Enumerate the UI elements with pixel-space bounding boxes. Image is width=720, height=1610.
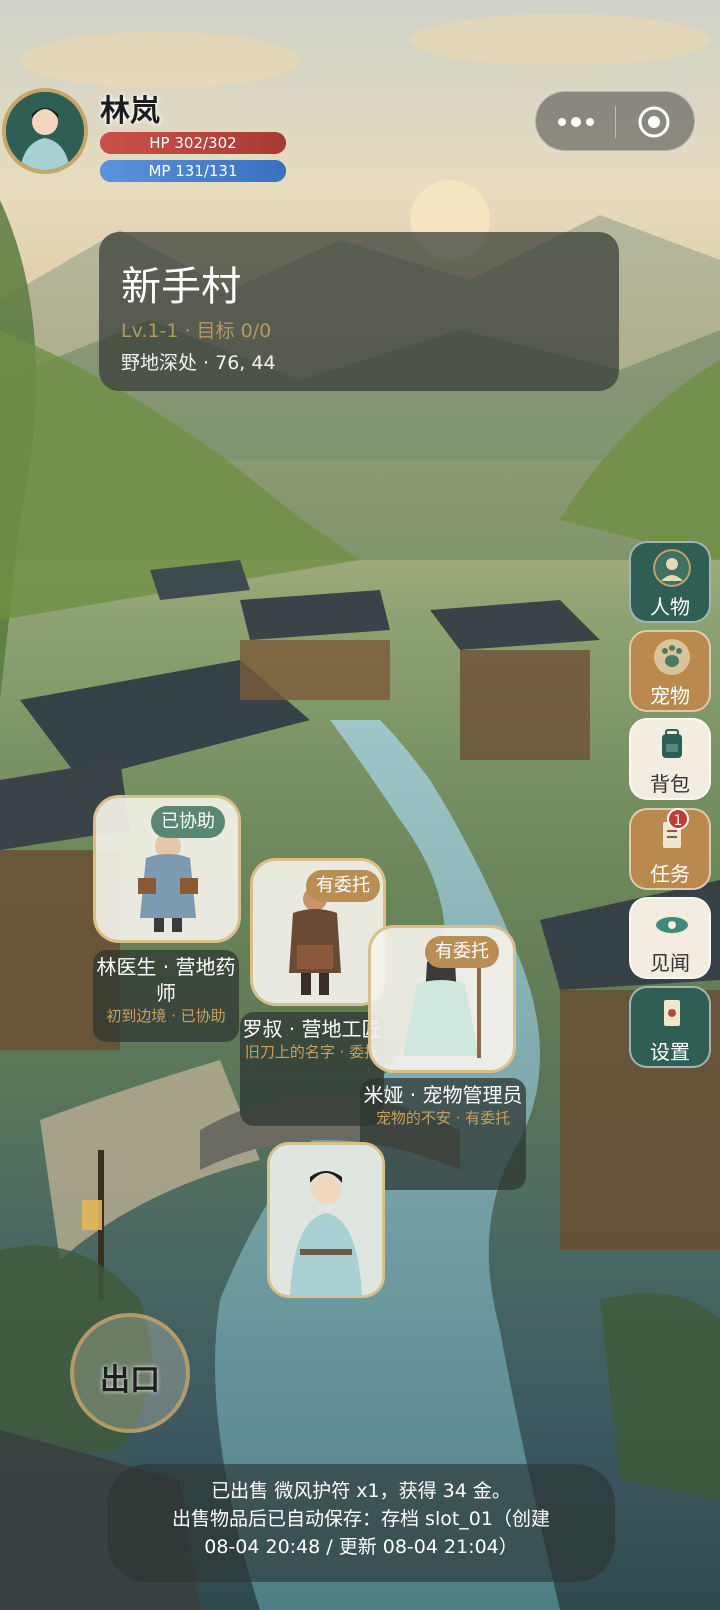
player-portrait-icon: [6, 92, 84, 170]
menu-settings-label: 设置: [650, 1040, 690, 1064]
menu-pet-label: 宠物: [650, 684, 690, 708]
quest-badge: 1: [667, 808, 689, 830]
npc-doctor-lin-status-tag: 已协助: [151, 806, 225, 838]
menu-quest-label: 任务: [650, 862, 690, 886]
menu-quest-button[interactable]: 1 任务: [629, 808, 711, 890]
npc-mia-quest: 宠物的不安 · 有委托: [375, 1109, 511, 1127]
player-character-marker[interactable]: [267, 1142, 385, 1298]
pet-icon: [654, 639, 690, 675]
player-name: 林岚: [100, 94, 160, 129]
npc-uncle-luo-status-tag: 有委托: [306, 870, 380, 902]
player-avatar[interactable]: [2, 88, 88, 174]
location-coordinates: 野地深处 · 76, 44: [121, 352, 276, 374]
news-icon: [656, 917, 688, 933]
menu-pet-button[interactable]: 宠物: [629, 630, 711, 712]
target-close-icon[interactable]: [636, 104, 672, 140]
hp-bar: HP 302/302: [100, 132, 286, 154]
settings-icon: [664, 1000, 680, 1026]
game-stage: 林岚 HP 302/302 MP 131/131 新手村 Lv.1-1 · 目标…: [0, 0, 720, 1610]
menu-character-label: 人物: [650, 595, 690, 619]
npc-uncle-luo-name: 罗叔 · 营地工匠: [242, 1017, 382, 1041]
miniprogram-capsule: [535, 91, 695, 151]
menu-backpack-button[interactable]: 背包: [629, 718, 711, 800]
menu-character-button[interactable]: 人物: [629, 541, 711, 623]
mp-bar: MP 131/131: [100, 160, 286, 182]
location-panel: 新手村 Lv.1-1 · 目标 0/0 野地深处 · 76, 44: [99, 232, 619, 391]
menu-backpack-label: 背包: [650, 772, 690, 796]
npc-mia-name: 米娅 · 宠物管理员: [363, 1083, 523, 1107]
location-level: Lv.1-1 · 目标 0/0: [121, 320, 272, 342]
npc-uncle-luo-quest: 旧刀上的名字 · 委托: [244, 1043, 380, 1061]
menu-settings-button[interactable]: 设置: [629, 986, 711, 1068]
menu-news-button[interactable]: 见闻: [629, 897, 711, 979]
log-line-1: 已出售 微风护符 x1，获得 34 金。: [211, 1480, 511, 1502]
location-title: 新手村: [121, 264, 241, 310]
log-line-3: 08-04 20:48 / 更新 08-04 21:04）: [204, 1536, 518, 1558]
menu-news-label: 见闻: [650, 951, 690, 975]
hp-text: HP 302/302: [149, 134, 237, 152]
mp-text: MP 131/131: [148, 162, 238, 180]
exit-button[interactable]: 出口: [70, 1313, 190, 1433]
npc-mia-status-tag: 有委托: [425, 936, 499, 968]
backpack-icon: [662, 729, 682, 758]
npc-doctor-lin-info[interactable]: 林医生 · 营地药师 初到边境 · 已协助: [93, 950, 239, 1042]
npc-doctor-lin-quest: 初到边境 · 已协助: [106, 1007, 226, 1025]
exit-label: 出口: [100, 1363, 160, 1398]
more-dots-icon[interactable]: [556, 109, 596, 135]
log-line-2: 出售物品后已自动保存：存档 slot_01（创建: [172, 1508, 550, 1530]
message-log: 已出售 微风护符 x1，获得 34 金。 出售物品后已自动保存：存档 slot_…: [107, 1464, 615, 1582]
character-icon: [653, 549, 691, 587]
capsule-divider: [615, 106, 616, 138]
npc-doctor-lin-name: 林医生 · 营地药师: [96, 955, 236, 1005]
player-character-sprite-icon: [270, 1145, 382, 1295]
